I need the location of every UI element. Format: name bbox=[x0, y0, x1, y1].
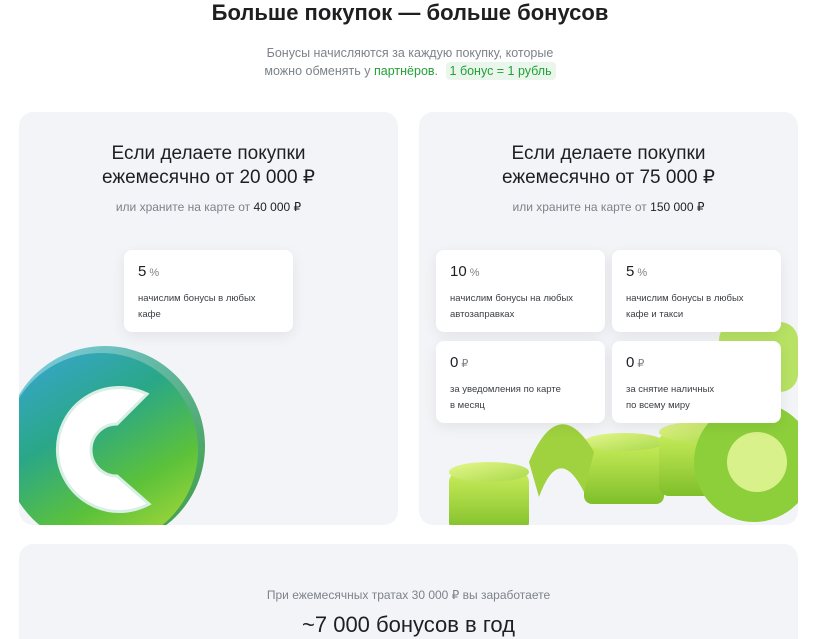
tier-heading: Если делаете покупки ежемесячно от 20 00… bbox=[19, 142, 398, 190]
subtitle-prefix: можно обменять у bbox=[264, 64, 371, 78]
tier-alt-amount: 150 000 ₽ bbox=[650, 200, 705, 214]
benefit-number: 5 bbox=[626, 263, 635, 280]
partners-link[interactable]: партнёров bbox=[374, 64, 435, 78]
tier-alt-prefix: или храните на карте от bbox=[512, 200, 647, 214]
tier-card-20000: Если делаете покупки ежемесячно от 20 00… bbox=[19, 112, 398, 525]
sber-logo-decoration-icon bbox=[19, 346, 205, 525]
benefit-description-line-2: кафе и такси bbox=[626, 309, 684, 320]
benefit-value: 0 ₽ bbox=[626, 354, 767, 373]
tier-card-75000: Если делаете покупки ежемесячно от 75 00… bbox=[419, 112, 798, 525]
benefit-description: за уведомления по карте в месяц bbox=[450, 382, 591, 414]
benefit-description-line-2: по всему миру bbox=[626, 400, 690, 411]
benefit-tile-fuel[interactable]: 10% начислим бонусы на любых автозаправк… bbox=[436, 250, 605, 332]
benefit-unit: ₽ bbox=[637, 358, 645, 370]
subtitle-line-2: можно обменять у партнёров. 1 бонус = 1 … bbox=[0, 62, 820, 80]
earnings-caption: При ежемесячных тратах 30 000 ₽ вы зараб… bbox=[266, 588, 551, 602]
tier-alt-condition: или храните на карте от 40 000 ₽ bbox=[19, 199, 398, 215]
benefit-unit: % bbox=[149, 267, 160, 279]
tier-heading-line-1: Если делаете покупки bbox=[111, 143, 306, 164]
tier-alt-prefix: или храните на карте от bbox=[115, 200, 251, 214]
benefit-value: 5% bbox=[138, 263, 279, 282]
benefit-description-line-2: кафе bbox=[138, 309, 161, 320]
subtitle-period: . bbox=[434, 64, 439, 78]
earnings-amount: ~7 000 бонусов в год bbox=[302, 612, 515, 637]
benefit-description-line-2: в месяц bbox=[450, 400, 485, 411]
tier-heading-line-1: Если делаете покупки bbox=[511, 143, 706, 164]
page-subtitle: Бонусы начисляются за каждую покупку, ко… bbox=[0, 44, 820, 80]
benefit-unit: % bbox=[637, 267, 648, 279]
benefit-description-line-1: начислим бонусы в любых bbox=[138, 293, 256, 304]
benefit-value: 10% bbox=[450, 263, 591, 282]
benefit-description: начислим бонусы в любых кафе и такси bbox=[626, 291, 767, 323]
benefit-description: за снятие наличных по всему миру bbox=[626, 382, 767, 414]
benefit-description: начислим бонусы в любых кафе bbox=[138, 291, 279, 323]
benefit-value: 5% bbox=[626, 263, 767, 282]
tier-heading-line-2: ежемесячно от 75 000 ₽ bbox=[502, 167, 715, 188]
tier-alt-amount: 40 000 ₽ bbox=[253, 200, 302, 214]
benefit-value: 0 ₽ bbox=[450, 354, 591, 373]
bonus-rate-badge: 1 бонус = 1 рубль bbox=[445, 62, 556, 80]
benefit-description-line-2: автозаправках bbox=[450, 309, 515, 320]
benefit-unit: ₽ bbox=[461, 358, 469, 370]
benefit-description-line-1: начислим бонусы в любых bbox=[626, 293, 744, 304]
benefit-number: 0 bbox=[626, 354, 635, 371]
benefit-tile-cafe[interactable]: 5% начислим бонусы в любых кафе bbox=[124, 250, 293, 332]
benefit-description-line-1: за снятие наличных bbox=[626, 384, 715, 395]
benefit-tile-cafe-taxi[interactable]: 5% начислим бонусы в любых кафе и такси bbox=[612, 250, 781, 332]
benefit-tile-cash-withdrawal[interactable]: 0 ₽ за снятие наличных по всему миру bbox=[612, 341, 781, 423]
benefit-tile-notifications[interactable]: 0 ₽ за уведомления по карте в месяц bbox=[436, 341, 605, 423]
benefit-unit: % bbox=[469, 267, 480, 279]
tier-alt-condition: или храните на карте от 150 000 ₽ bbox=[419, 199, 798, 215]
tier-heading-line-2: ежемесячно от 20 000 ₽ bbox=[102, 167, 315, 188]
benefit-number: 10 bbox=[450, 263, 467, 280]
benefit-description-line-1: начислим бонусы на любых bbox=[450, 293, 574, 304]
benefit-number: 0 bbox=[450, 354, 459, 371]
tier-heading: Если делаете покупки ежемесячно от 75 00… bbox=[419, 142, 798, 190]
subtitle-line-1: Бонусы начисляются за каждую покупку, ко… bbox=[266, 46, 554, 60]
benefit-description: начислим бонусы на любых автозаправках bbox=[450, 291, 591, 323]
benefit-number: 5 bbox=[138, 263, 147, 280]
benefit-description-line-1: за уведомления по карте bbox=[450, 384, 561, 395]
page-title: Больше покупок — больше бонусов bbox=[211, 0, 609, 25]
earnings-calculator: При ежемесячных тратах 30 000 ₽ вы зараб… bbox=[19, 544, 798, 639]
